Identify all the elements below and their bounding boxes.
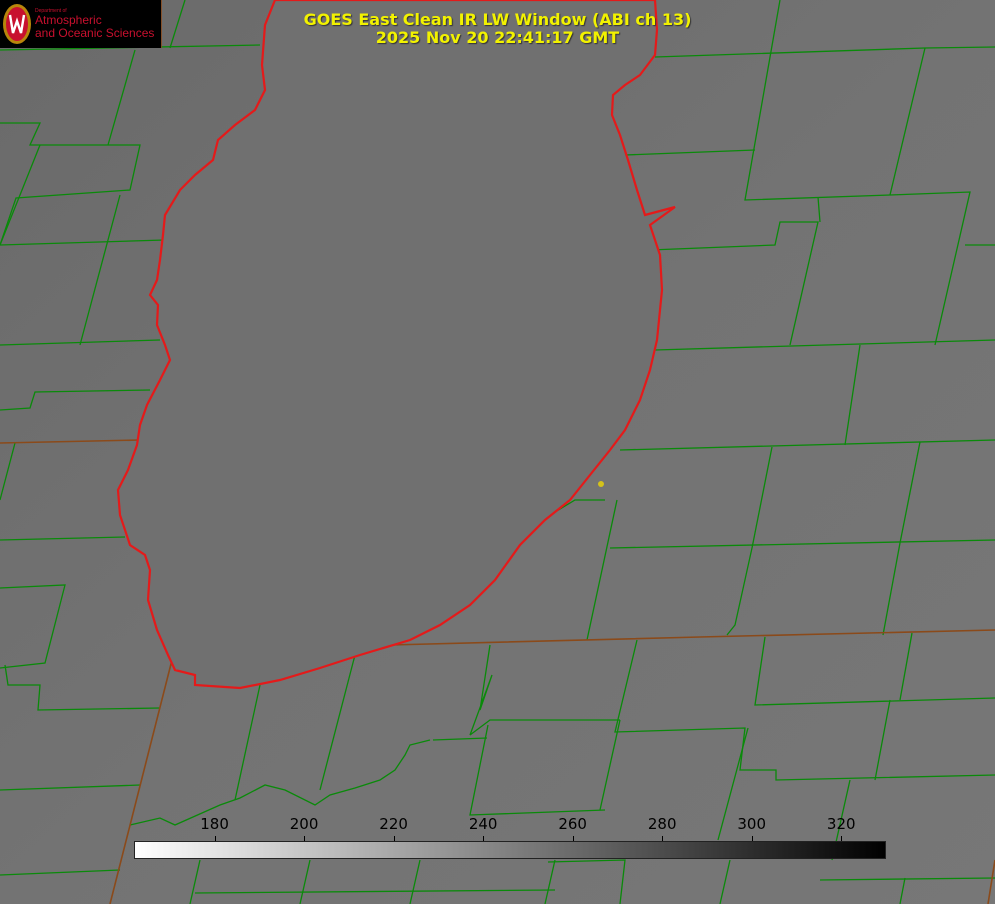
satellite-image-view: Department of Atmospheric and Oceanic Sc…: [0, 0, 995, 904]
colorbar-tick-mark: [483, 836, 485, 841]
colorbar-tick-mark: [304, 836, 306, 841]
satellite-map: [0, 0, 995, 904]
colorbar-tick-mark: [841, 836, 843, 841]
station-marker: [598, 481, 604, 487]
colorbar-tick-label: 240: [468, 815, 498, 833]
colorbar-tick-label: 180: [200, 815, 229, 833]
colorbar-tick-mark: [572, 836, 574, 841]
colorbar-tick-label: 300: [737, 815, 767, 833]
image-title: GOES East Clean IR LW Window (ABI ch 13)…: [0, 11, 995, 47]
title-timestamp: 2025 Nov 20 22:41:17 GMT: [375, 28, 620, 47]
title-product: GOES East Clean IR LW Window (ABI ch 13): [303, 10, 692, 29]
colorbar-tick-label: 200: [289, 815, 319, 833]
colorbar-tick-label: 280: [647, 815, 677, 833]
colorbar-tick-mark: [393, 836, 395, 841]
colorbar-tick-mark: [751, 836, 753, 841]
colorbar-tick-mark: [214, 836, 216, 841]
colorbar-tick-label: 260: [558, 815, 587, 833]
colorbar-tick-label: 320: [826, 815, 856, 833]
colorbar-tick-label: 220: [379, 815, 408, 833]
colorbar: [134, 841, 886, 859]
colorbar-tick-mark: [662, 836, 664, 841]
